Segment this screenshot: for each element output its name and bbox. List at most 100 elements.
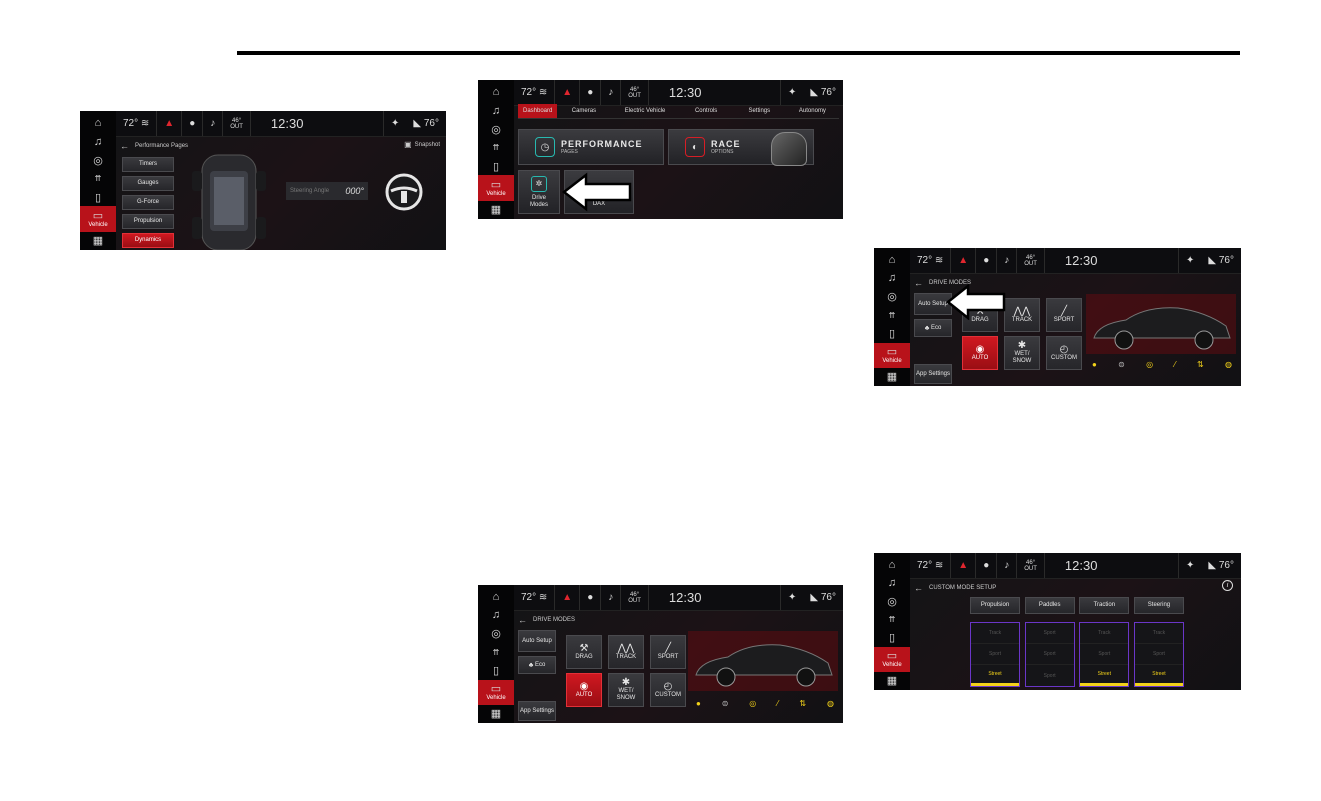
profile-icon[interactable]: ● [976, 553, 998, 578]
tab-electric-vehicle[interactable]: Electric Vehicle [611, 104, 680, 118]
option-paddles-3[interactable]: Sport [1026, 665, 1074, 686]
option-propulsion-2[interactable]: Sport [971, 644, 1019, 665]
music-icon[interactable]: ♫ [80, 132, 116, 150]
climate-left[interactable]: 72° ≋ [514, 585, 556, 610]
app-settings-button[interactable]: App Settings [914, 364, 952, 384]
phone-icon[interactable]: ▯ [80, 188, 116, 206]
bell-icon[interactable]: ♪ [601, 585, 622, 610]
option-paddles-1[interactable]: Sport [1025, 623, 1074, 644]
bell-icon[interactable]: ♪ [997, 553, 1018, 578]
music-icon[interactable]: ♫ [478, 606, 514, 624]
navigation-icon[interactable]: ⇈ [478, 138, 514, 156]
apps-grid-icon[interactable]: ▦ [478, 705, 514, 723]
gauge-icon[interactable]: ◎ [478, 625, 514, 643]
info-icon[interactable]: i [1222, 580, 1233, 591]
mode-custom[interactable]: ◴ CUSTOM [650, 673, 686, 707]
menu-g-force[interactable]: G-Force [122, 195, 174, 210]
back-icon[interactable]: ← [914, 583, 923, 593]
phone-icon[interactable]: ▯ [478, 661, 514, 679]
option-paddles-2[interactable]: Sport [1025, 644, 1074, 665]
apps-grid-icon[interactable]: ▦ [874, 368, 910, 386]
menu-propulsion[interactable]: Propulsion [122, 214, 174, 229]
phone-icon[interactable]: ▯ [874, 324, 910, 342]
music-icon[interactable]: ♫ [874, 574, 910, 592]
climate-right[interactable]: ◣ 76° [1201, 248, 1241, 273]
home-icon[interactable]: ⌂ [874, 556, 910, 574]
gauge-icon[interactable]: ◎ [478, 120, 514, 138]
navigation-icon[interactable]: ⇈ [874, 306, 910, 324]
climate-left[interactable]: 72° ≋ [910, 553, 952, 578]
auto-setup-button[interactable]: Auto Setup [518, 630, 556, 652]
option-steering-2[interactable]: Sport [1134, 644, 1183, 665]
gauge-icon[interactable]: ◎ [874, 592, 910, 610]
climate-right[interactable]: ◣ 76° [1201, 553, 1241, 578]
mode-auto[interactable]: ◉ AUTO [962, 336, 998, 370]
mic-icon[interactable]: ✦ [780, 585, 803, 610]
navigation-icon[interactable]: ⇈ [874, 611, 910, 629]
mode-track[interactable]: ⋀⋀ TRACK [1004, 298, 1040, 332]
bell-icon[interactable]: ♪ [997, 248, 1018, 273]
home-icon[interactable]: ⌂ [874, 251, 910, 269]
bell-icon[interactable]: ♪ [601, 80, 622, 105]
menu-timers[interactable]: Timers [122, 157, 174, 172]
phone-icon[interactable]: ▯ [478, 157, 514, 175]
mic-icon[interactable]: ✦ [1178, 248, 1201, 273]
alert-icon[interactable]: ▲ [951, 248, 977, 273]
tab-settings[interactable]: Settings [733, 104, 786, 118]
drive-modes-tile[interactable]: ✲ Drive Modes [518, 170, 560, 214]
mode-auto[interactable]: ◉ AUTO [566, 673, 602, 707]
app-settings-button[interactable]: App Settings [518, 701, 556, 721]
profile-icon[interactable]: ● [182, 111, 204, 136]
tab-dashboard[interactable]: Dashboard [518, 104, 558, 118]
option-traction-3[interactable]: Street [1080, 665, 1129, 686]
eco-button[interactable]: ♣ Eco [914, 319, 952, 337]
mode-sport[interactable]: ╱ SPORT [650, 635, 686, 669]
back-icon[interactable]: ← [120, 141, 129, 151]
profile-icon[interactable]: ● [580, 585, 602, 610]
vehicle-icon[interactable]: ▭ Vehicle [874, 646, 910, 672]
vehicle-icon[interactable]: ▭ Vehicle [874, 342, 910, 368]
apps-grid-icon[interactable]: ▦ [478, 201, 514, 219]
climate-left[interactable]: 72° ≋ [514, 80, 556, 105]
option-propulsion-1[interactable]: Track [971, 623, 1019, 644]
profile-icon[interactable]: ● [580, 80, 602, 105]
tab-controls[interactable]: Controls [680, 104, 733, 118]
alert-icon[interactable]: ▲ [555, 80, 581, 105]
gauge-icon[interactable]: ◎ [874, 288, 910, 306]
climate-right[interactable]: ◣ 76° [803, 585, 843, 610]
climate-left[interactable]: 72° ≋ [116, 111, 158, 136]
apps-grid-icon[interactable]: ▦ [80, 232, 116, 250]
tab-cameras[interactable]: Cameras [557, 104, 610, 118]
performance-pages-tile[interactable]: ◷ PERFORMANCE PAGES [518, 129, 664, 165]
vehicle-icon[interactable]: ▭ Vehicle [80, 206, 116, 232]
home-icon[interactable]: ⌂ [80, 114, 116, 132]
vehicle-icon[interactable]: ▭ Vehicle [478, 679, 514, 705]
home-icon[interactable]: ⌂ [478, 588, 514, 606]
snapshot-button[interactable]: ▣ Snapshot [404, 140, 440, 149]
phone-icon[interactable]: ▯ [874, 629, 910, 647]
mode-wet-snow[interactable]: ✱ WET/ SNOW [608, 673, 644, 707]
mode-drag[interactable]: ⚒DRAG [566, 635, 602, 669]
menu-gauges[interactable]: Gauges [122, 176, 174, 191]
bell-icon[interactable]: ♪ [203, 111, 224, 136]
mode-sport[interactable]: ╱ SPORT [1046, 298, 1082, 332]
alert-icon[interactable]: ▲ [951, 553, 977, 578]
option-steering-3[interactable]: Street [1134, 665, 1183, 686]
music-icon[interactable]: ♫ [478, 101, 514, 119]
profile-icon[interactable]: ● [976, 248, 998, 273]
back-icon[interactable]: ← [914, 278, 923, 288]
option-steering-1[interactable]: Track [1134, 623, 1183, 644]
option-propulsion-3[interactable]: Street [971, 665, 1019, 686]
climate-right[interactable]: ◣ 76° [406, 111, 446, 136]
alert-icon[interactable]: ▲ [555, 585, 581, 610]
mic-icon[interactable]: ✦ [1178, 553, 1201, 578]
race-options-tile[interactable]: ◐ RACE OPTIONS [668, 129, 814, 166]
mode-track[interactable]: ⋀⋀ TRACK [608, 635, 644, 669]
mic-icon[interactable]: ✦ [383, 111, 406, 136]
home-icon[interactable]: ⌂ [478, 83, 514, 101]
menu-dynamics[interactable]: Dynamics [122, 233, 174, 248]
climate-right[interactable]: ◣ 76° [803, 80, 843, 105]
vehicle-icon[interactable]: ▭ Vehicle [478, 175, 514, 201]
navigation-icon[interactable]: ⇈ [478, 643, 514, 661]
mode-wet-snow[interactable]: ✱ WET/ SNOW [1004, 336, 1040, 370]
